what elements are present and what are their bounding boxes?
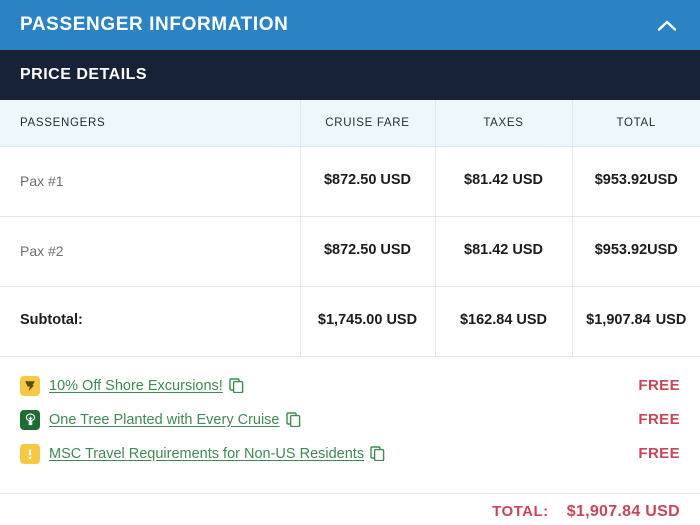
price-details-table: PASSENGERS CRUISE FARE TAXES TOTAL Pax #… [0, 100, 700, 357]
section-title: PRICE DETAILS [20, 66, 148, 83]
copy-icon[interactable] [285, 412, 301, 427]
column-header-cruise-fare: CRUISE FARE [300, 100, 436, 147]
subtotal-total: $1,907.84 USD [572, 286, 700, 357]
table-header-row: PASSENGERS CRUISE FARE TAXES TOTAL [0, 100, 700, 147]
grand-total-value: $1,907.84 USD [566, 502, 680, 520]
chevron-up-icon [657, 19, 677, 32]
passenger-label: Pax #2 [0, 216, 301, 287]
subtotal-cruise-fare: $1,745.00 USD [300, 286, 436, 357]
included-perks-list: 10% Off Shore Excursions! FREE One Tree … [0, 357, 700, 471]
total-value: $953.92USD [572, 216, 700, 287]
price-details-header: PRICE DETAILS [0, 50, 700, 100]
subtotal-total-currency: USD [655, 312, 687, 329]
table-row: Pax #2 $872.50 USD $81.42 USD $953.92USD [0, 216, 700, 287]
page-title: PASSENGER INFORMATION [20, 14, 289, 35]
grand-total-row: TOTAL: $1,907.84 USD [0, 494, 700, 525]
taxes-value: $81.42 USD [435, 146, 573, 217]
table-row: Pax #1 $872.50 USD $81.42 USD $953.92USD [0, 146, 700, 217]
copy-icon[interactable] [370, 446, 385, 461]
cruise-fare-value: $872.50 USD [300, 146, 436, 217]
grand-total-label: TOTAL: [492, 503, 549, 520]
subtotal-total-amount: $1,907.84 [586, 312, 651, 329]
column-header-total: TOTAL [572, 100, 700, 147]
taxes-value: $81.42 USD [435, 216, 573, 287]
perk-link[interactable]: MSC Travel Requirements for Non-US Resid… [49, 446, 364, 462]
perk-link[interactable]: 10% Off Shore Excursions! [49, 378, 223, 394]
passenger-information-header[interactable]: PASSENGER INFORMATION [0, 0, 700, 50]
passenger-label: Pax #1 [0, 146, 301, 217]
copy-icon[interactable] [229, 378, 244, 393]
column-header-passengers: PASSENGERS [0, 100, 301, 147]
collapse-panel-button[interactable] [652, 10, 682, 40]
shore-excursion-tag-icon [20, 375, 40, 396]
perk-price: FREE [638, 377, 680, 394]
subtotal-taxes: $162.84 USD [435, 286, 573, 357]
tree-icon [20, 409, 40, 430]
perk-price: FREE [638, 411, 680, 428]
cruise-fare-value: $872.50 USD [300, 216, 436, 287]
column-header-taxes: TAXES [435, 100, 573, 147]
exclamation-icon [20, 443, 40, 464]
subtotal-label: Subtotal: [0, 286, 301, 357]
perk-price: FREE [638, 445, 680, 462]
list-item: MSC Travel Requirements for Non-US Resid… [20, 437, 680, 471]
perk-link[interactable]: One Tree Planted with Every Cruise [49, 412, 280, 428]
subtotal-row: Subtotal: $1,745.00 USD $162.84 USD $1,9… [0, 286, 700, 357]
list-item: One Tree Planted with Every Cruise FREE [20, 403, 680, 437]
list-item: 10% Off Shore Excursions! FREE [20, 369, 680, 403]
total-value: $953.92USD [572, 146, 700, 217]
